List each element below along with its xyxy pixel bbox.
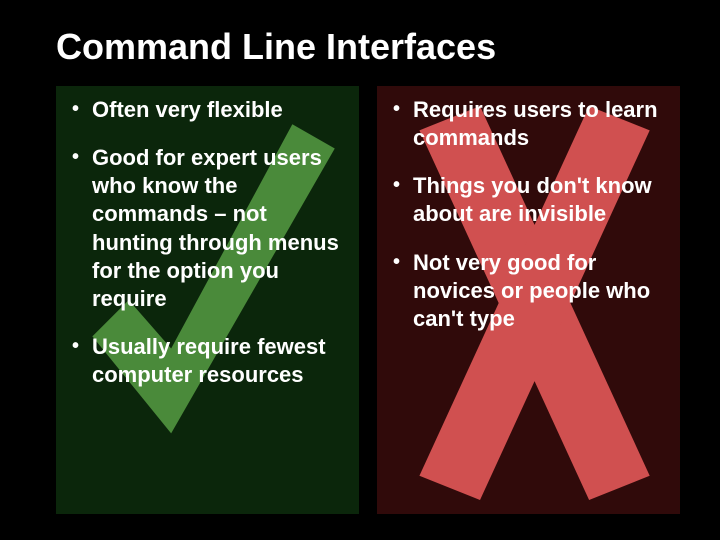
bullet-icon: • [72, 333, 92, 360]
list-item-text: Often very flexible [92, 96, 343, 124]
list-item-text: Good for expert users who know the comma… [92, 144, 343, 313]
bullet-icon: • [393, 96, 413, 123]
list-item: • Things you don't know about are invisi… [393, 172, 664, 228]
pros-list: • Often very flexible • Good for expert … [66, 92, 349, 389]
list-item-text: Things you don't know about are invisibl… [413, 172, 664, 228]
cons-list: • Requires users to learn commands • Thi… [387, 92, 670, 333]
list-item: • Usually require fewest computer resour… [72, 333, 343, 389]
list-item: • Good for expert users who know the com… [72, 144, 343, 313]
list-item: • Not very good for novices or people wh… [393, 249, 664, 333]
pros-panel: • Often very flexible • Good for expert … [56, 86, 359, 514]
list-item: • Often very flexible [72, 96, 343, 124]
page-title: Command Line Interfaces [56, 26, 680, 68]
list-item-text: Usually require fewest computer resource… [92, 333, 343, 389]
cons-panel: • Requires users to learn commands • Thi… [377, 86, 680, 514]
bullet-icon: • [393, 172, 413, 199]
bullet-icon: • [72, 96, 92, 123]
bullet-icon: • [72, 144, 92, 171]
list-item: • Requires users to learn commands [393, 96, 664, 152]
columns: • Often very flexible • Good for expert … [56, 86, 680, 514]
list-item-text: Not very good for novices or people who … [413, 249, 664, 333]
list-item-text: Requires users to learn commands [413, 96, 664, 152]
bullet-icon: • [393, 249, 413, 276]
slide: Command Line Interfaces • Often very fle… [0, 0, 720, 540]
